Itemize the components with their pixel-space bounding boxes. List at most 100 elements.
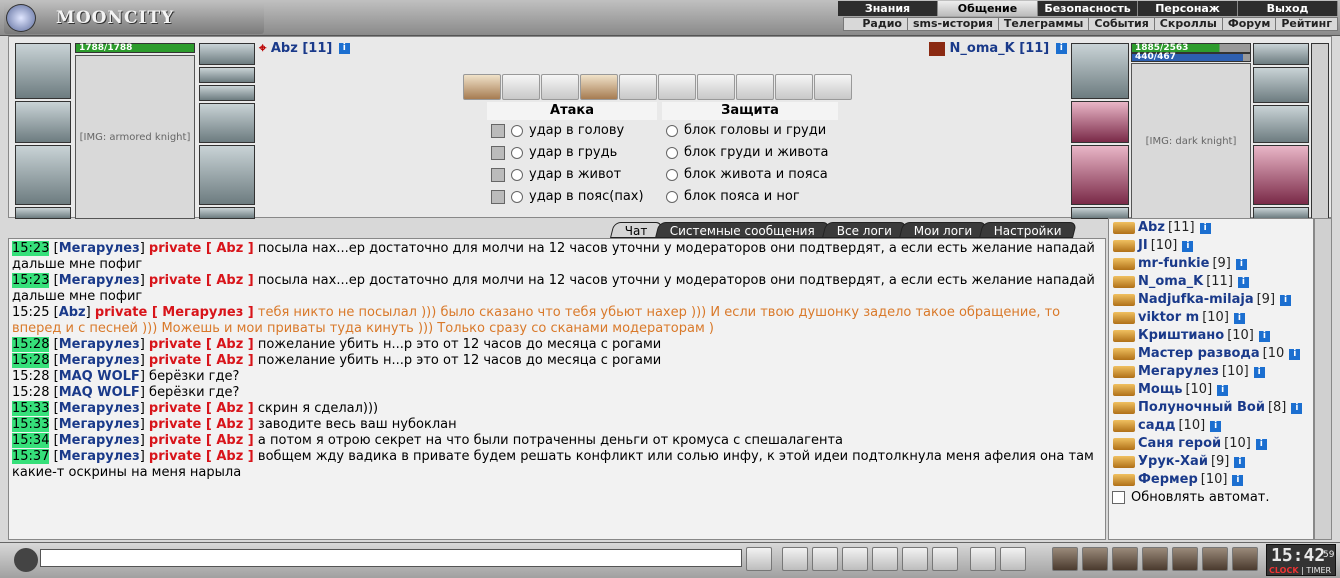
square-icon[interactable]	[491, 124, 505, 138]
sender-nick[interactable]: Мегарулез	[59, 273, 140, 288]
submenu-sms[interactable]: sms-история	[908, 18, 999, 30]
message-input[interactable]	[40, 549, 742, 567]
tab-system-messages[interactable]: Системные сообщения	[654, 222, 830, 238]
right-player-name[interactable]: N_oma_K [11] i	[929, 41, 1067, 56]
sender-nick[interactable]: Мегарулез	[59, 449, 140, 464]
action-slot[interactable]	[736, 74, 774, 100]
friends-icon[interactable]	[1112, 547, 1138, 571]
speaker-icon[interactable]	[14, 548, 38, 572]
list-item[interactable]: садд [10] i	[1109, 417, 1313, 435]
equip-bracers-slot[interactable]	[199, 103, 255, 143]
private-tag[interactable]: private [ Abz ]	[149, 433, 254, 448]
equip-shoulders-slot[interactable]	[15, 101, 71, 143]
info-icon[interactable]: i	[1234, 456, 1246, 468]
defense-option[interactable]: блок живота и пояса	[662, 164, 838, 186]
private-message-icon[interactable]	[1113, 474, 1135, 486]
info-icon[interactable]: i	[1253, 366, 1265, 378]
private-tag[interactable]: private [ Мегарулез ]	[95, 305, 254, 320]
chat-log[interactable]: 15:23 [Мегарулез] private [ Abz ] посыла…	[8, 238, 1106, 540]
private-message-icon[interactable]	[1113, 312, 1135, 324]
info-icon[interactable]: i	[1258, 330, 1270, 342]
private-message-icon[interactable]	[1113, 402, 1135, 414]
info-icon[interactable]: i	[1255, 438, 1267, 450]
menu-item-knowledge[interactable]: Знания	[838, 1, 938, 16]
heart-potion-icon[interactable]	[580, 74, 618, 100]
user-name[interactable]: viktor m	[1138, 309, 1199, 327]
submenu-scrolls[interactable]: Скроллы	[1155, 18, 1223, 30]
list-item[interactable]: JI [10] i	[1109, 237, 1313, 255]
equip-slot[interactable]	[199, 67, 255, 83]
list-item[interactable]: Abz [11] i	[1109, 219, 1313, 237]
smiley-icon[interactable]	[970, 547, 996, 571]
user-name[interactable]: Nadjufka-milaja	[1138, 291, 1254, 309]
info-button-icon[interactable]	[1052, 547, 1078, 571]
equip-helmet-slot[interactable]	[1071, 43, 1129, 99]
action-slot[interactable]	[697, 74, 735, 100]
private-tag[interactable]: private [ Abz ]	[149, 449, 254, 464]
pl-icon[interactable]	[902, 547, 928, 571]
list-item[interactable]: mr-funkie [9] i	[1109, 255, 1313, 273]
private-message-icon[interactable]	[1113, 240, 1135, 252]
equip-weapon-slot[interactable]	[199, 145, 255, 205]
list-item[interactable]: Полуночный Вой [8] i	[1109, 399, 1313, 417]
exit-icon[interactable]	[1232, 547, 1258, 571]
private-tag[interactable]: private [ Abz ]	[149, 337, 254, 352]
helmet-icon[interactable]	[1000, 547, 1026, 571]
left-player-name[interactable]: ⌖ Abz [11] i	[259, 41, 350, 56]
info-icon[interactable]: i	[1232, 474, 1244, 486]
sender-nick[interactable]: Abz	[59, 305, 86, 320]
user-name[interactable]: садд	[1138, 417, 1175, 435]
logo[interactable]: MOONCITY	[4, 2, 264, 34]
equip-weapon-slot[interactable]	[1071, 145, 1129, 205]
user-name[interactable]: Урук-Хай	[1138, 453, 1208, 471]
equip-gloves-slot[interactable]	[1253, 105, 1309, 143]
sound-icon[interactable]	[932, 547, 958, 571]
private-tag[interactable]: private [ Abz ]	[149, 273, 254, 288]
attack-option[interactable]: удар в голову	[487, 120, 657, 142]
user-name[interactable]: Мастер развода	[1138, 345, 1260, 363]
walk-icon[interactable]	[872, 547, 898, 571]
save-icon[interactable]	[842, 547, 868, 571]
equip-slot[interactable]	[15, 207, 71, 219]
square-icon[interactable]	[491, 168, 505, 182]
defense-option[interactable]: блок головы и груди	[662, 120, 838, 142]
user-list-scrollbar[interactable]	[1314, 218, 1332, 540]
equip-weapon-slot[interactable]	[15, 145, 71, 205]
list-item[interactable]: Криштиано [10] i	[1109, 327, 1313, 345]
submenu-forum[interactable]: Форум	[1223, 18, 1277, 30]
user-name[interactable]: Abz	[1138, 219, 1165, 237]
private-message-icon[interactable]	[1113, 294, 1135, 306]
attack-option[interactable]: удар в живот	[487, 164, 657, 186]
equip-helmet-slot[interactable]	[15, 43, 71, 99]
private-message-icon[interactable]	[1113, 330, 1135, 342]
action-slot[interactable]	[502, 74, 540, 100]
info-icon[interactable]: i	[1055, 43, 1067, 54]
defense-option[interactable]: блок груди и живота	[662, 142, 838, 164]
equip-slot[interactable]	[1253, 43, 1309, 65]
list-item[interactable]: Урук-Хай [9] i	[1109, 453, 1313, 471]
cog-icon[interactable]	[1142, 547, 1168, 571]
equip-slot[interactable]	[1253, 67, 1309, 103]
list-item[interactable]: Фермер [10] i	[1109, 471, 1313, 489]
info-icon[interactable]: i	[1280, 294, 1292, 306]
user-name[interactable]: JI	[1138, 237, 1148, 255]
submenu-telegrams[interactable]: Телеграммы	[999, 18, 1090, 30]
sender-nick[interactable]: MAQ WOLF	[59, 385, 140, 400]
private-message-icon[interactable]	[1113, 366, 1135, 378]
attack-radio[interactable]	[511, 169, 523, 181]
arena-scrollbar[interactable]	[1311, 43, 1329, 219]
private-message-icon[interactable]	[1113, 384, 1135, 396]
action-slot[interactable]	[658, 74, 696, 100]
action-slot[interactable]	[619, 74, 657, 100]
attack-radio[interactable]	[511, 147, 523, 159]
attack-option[interactable]: удар в грудь	[487, 142, 657, 164]
private-message-icon[interactable]	[1113, 258, 1135, 270]
scroll-icon[interactable]	[1082, 547, 1108, 571]
list-item[interactable]: N_oma_K [11] i	[1109, 273, 1313, 291]
private-tag[interactable]: private [ Abz ]	[149, 241, 254, 256]
list-item[interactable]: Мегарулез [10] i	[1109, 363, 1313, 381]
attack-option[interactable]: удар в пояс(пах)	[487, 186, 657, 208]
user-name[interactable]: Фермер	[1138, 471, 1198, 489]
info-icon[interactable]: i	[1235, 258, 1247, 270]
private-message-icon[interactable]	[1113, 438, 1135, 450]
